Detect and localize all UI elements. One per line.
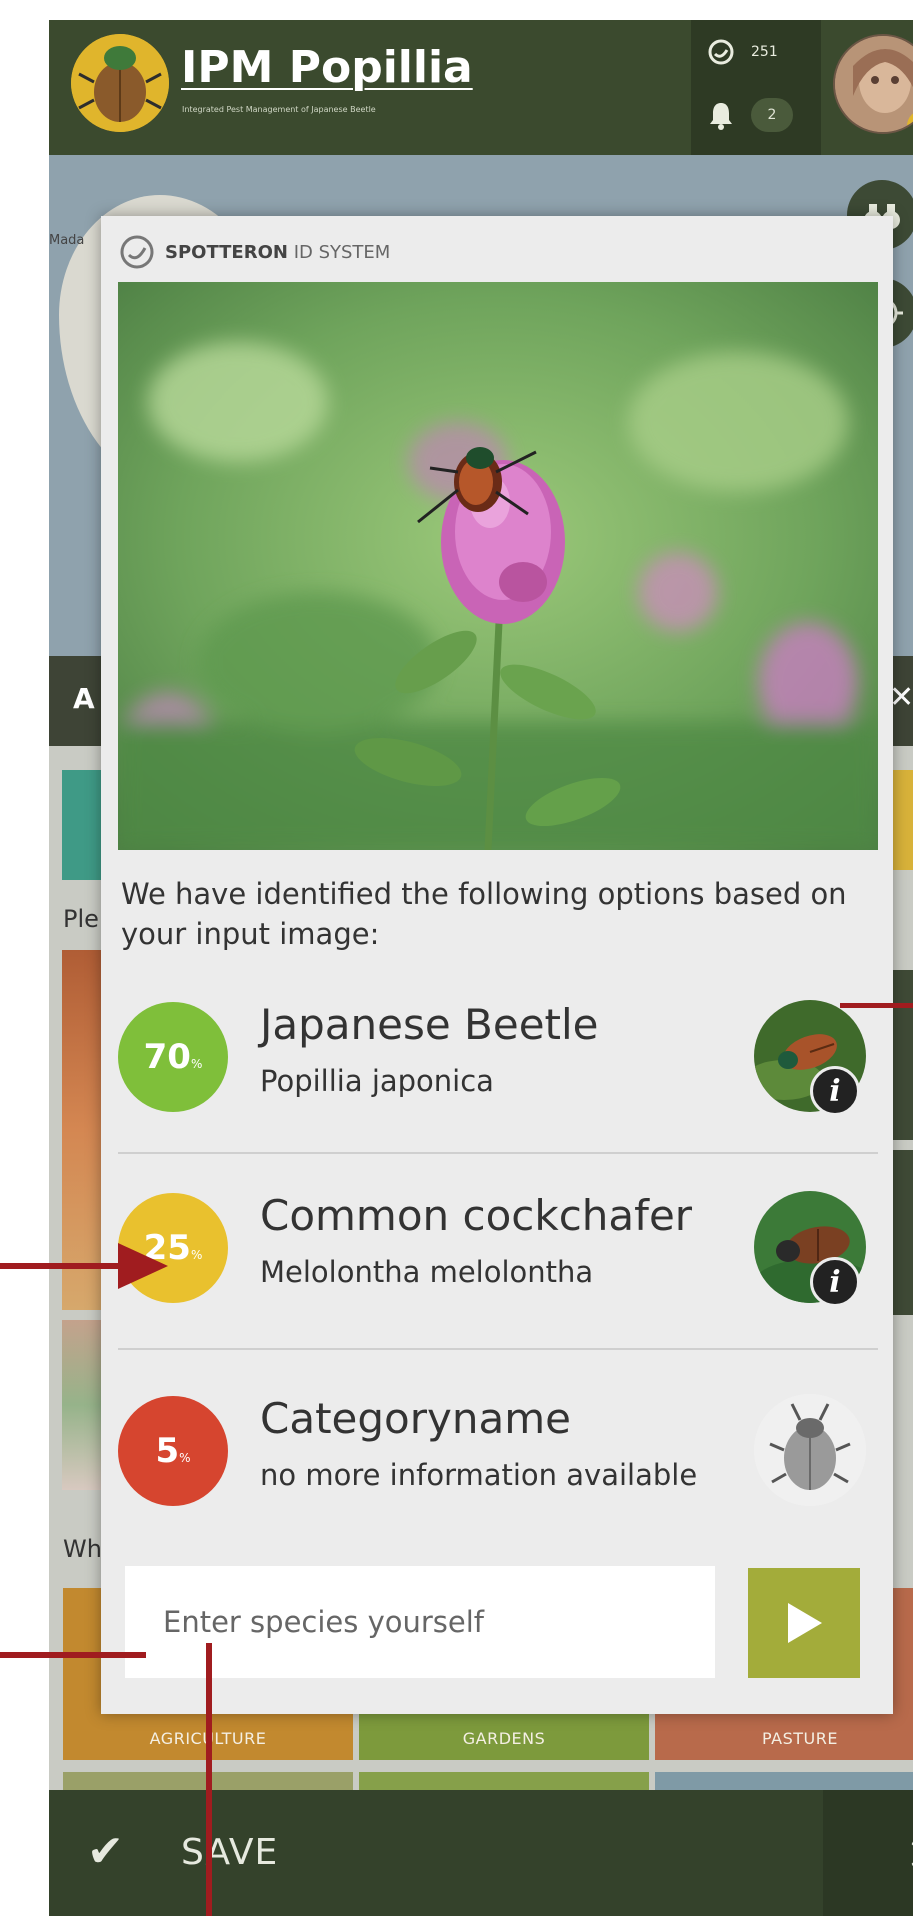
- confidence-badge: 70%: [118, 1002, 228, 1112]
- app-subtitle: Integrated Pest Management of Japanese B…: [182, 105, 376, 114]
- generic-beetle-icon: [754, 1394, 866, 1506]
- input-photo: [118, 282, 878, 850]
- submit-species-button[interactable]: [748, 1568, 860, 1678]
- bell-icon: [710, 103, 732, 130]
- species-latin-name: no more information available: [260, 1458, 698, 1492]
- form-header-title: A: [73, 682, 95, 715]
- species-input[interactable]: [125, 1566, 715, 1678]
- spots-count: 251: [751, 44, 778, 60]
- species-latin-name: Popillia japonica: [260, 1064, 494, 1098]
- confidence-value: 70: [143, 1037, 191, 1077]
- dialog-brand: SPOTTERON: [165, 241, 288, 263]
- avatar[interactable]: [833, 34, 913, 134]
- dialog-system-label: ID SYSTEM: [293, 241, 391, 263]
- species-name: Categoryname: [260, 1394, 571, 1443]
- annotation-line: [0, 1652, 146, 1658]
- top-bar: IPM Popillia Integrated Pest Management …: [49, 20, 913, 155]
- save-button[interactable]: SAVE: [181, 1832, 278, 1873]
- category-label: PASTURE: [762, 1729, 838, 1748]
- confidence-badge: 5%: [118, 1396, 228, 1506]
- save-side-panel[interactable]: ⧗: [823, 1790, 913, 1916]
- play-icon: [788, 1603, 822, 1643]
- dialog-header: SPOTTERON ID SYSTEM: [119, 234, 390, 270]
- check-icon: ✔: [87, 1826, 124, 1877]
- species-name: Common cockchafer: [260, 1191, 693, 1240]
- identification-intro: We have identified the following options…: [121, 877, 847, 951]
- id-system-dialog: SPOTTERON ID SYSTEM We have identified t…: [101, 216, 893, 1714]
- spotteron-logo-icon: [120, 235, 154, 269]
- form-prompt: Ple: [63, 905, 99, 933]
- top-stats: 251 2: [691, 20, 821, 155]
- species-option-common-cockchafer[interactable]: 25% Common cockchafer Melolontha melolon…: [118, 1171, 878, 1351]
- species-name: Japanese Beetle: [260, 1000, 599, 1049]
- annotation-arrow: [0, 1243, 168, 1289]
- annotation-line: [840, 1003, 913, 1008]
- beetle-logo-icon[interactable]: [71, 34, 169, 132]
- confidence-value: 5: [155, 1431, 180, 1471]
- option-divider: [118, 1152, 878, 1154]
- percent-sign: %: [190, 1057, 203, 1071]
- percent-sign: %: [179, 1451, 191, 1465]
- spots-counter[interactable]: 251: [707, 38, 778, 66]
- hourglass-icon: ⧗: [909, 1830, 913, 1876]
- notifications-badge: 2: [751, 98, 793, 132]
- species-option-category[interactable]: 5% Categoryname no more information avai…: [118, 1374, 878, 1554]
- map-label: Mada: [49, 233, 85, 248]
- option-divider: [118, 1348, 878, 1350]
- spot-icon: [708, 39, 734, 65]
- save-bar[interactable]: ✔ SAVE ⧗: [49, 1790, 913, 1916]
- dialog-title: SPOTTERON ID SYSTEM: [165, 242, 390, 263]
- form-prompt: Wh: [63, 1535, 102, 1563]
- info-icon[interactable]: i: [810, 1066, 860, 1116]
- info-icon[interactable]: i: [810, 1257, 860, 1307]
- app-title[interactable]: IPM Popillia: [181, 42, 473, 93]
- species-option-japanese-beetle[interactable]: 70% Japanese Beetle Popillia japonica i: [118, 980, 878, 1160]
- percent-sign: %: [190, 1248, 203, 1262]
- annotation-line: [206, 1643, 212, 1916]
- notifications-counter[interactable]: 2: [707, 98, 793, 132]
- category-label: GARDENS: [462, 1729, 546, 1748]
- form-tile-yellow[interactable]: [891, 770, 913, 870]
- species-latin-name: Melolontha melolontha: [260, 1255, 594, 1289]
